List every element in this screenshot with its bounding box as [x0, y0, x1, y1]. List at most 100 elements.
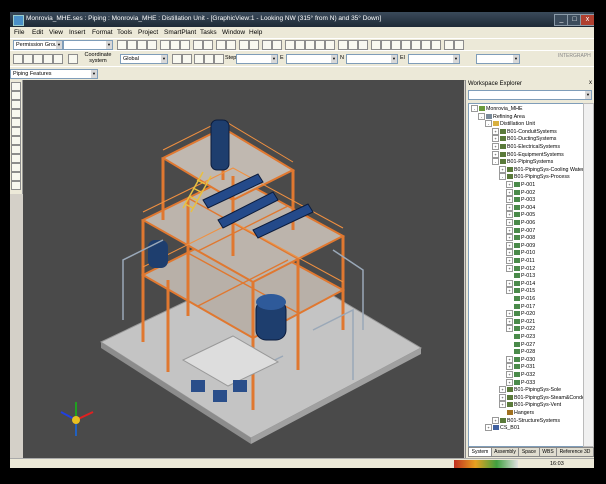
- point-along-icon[interactable]: [43, 54, 53, 64]
- tree-node[interactable]: + P-033: [506, 378, 535, 386]
- expand-toggle-icon[interactable]: +: [492, 416, 499, 424]
- help-icon[interactable]: [454, 40, 464, 50]
- spool-icon[interactable]: [11, 145, 21, 154]
- zoom-area-icon[interactable]: [381, 40, 391, 50]
- expand-toggle-icon[interactable]: +: [506, 181, 513, 188]
- expand-toggle-icon[interactable]: +: [506, 188, 513, 196]
- permission-group-combo[interactable]: Permission Group ▼: [13, 40, 63, 50]
- print-icon[interactable]: [147, 40, 157, 50]
- save-icon[interactable]: [137, 40, 147, 50]
- graphic-view[interactable]: [23, 80, 464, 458]
- pinpoint-icon[interactable]: [13, 54, 23, 64]
- properties-icon[interactable]: [239, 40, 249, 50]
- fly-icon[interactable]: [421, 40, 431, 50]
- tab-reference-3d[interactable]: Reference 3D: [556, 447, 594, 457]
- tab-wbs[interactable]: WBS: [539, 447, 557, 457]
- expand-toggle-icon[interactable]: +: [506, 317, 513, 325]
- tree-node[interactable]: + B01-PipingSys-Vent: [499, 401, 561, 409]
- tree-node[interactable]: + P-030: [506, 355, 535, 363]
- expand-toggle-icon[interactable]: -: [485, 120, 492, 128]
- expand-toggle-icon[interactable]: -: [499, 173, 506, 181]
- tree-node[interactable]: + B01-EquipmentSystems: [492, 150, 564, 158]
- expand-toggle-icon[interactable]: +: [506, 241, 513, 249]
- zoom-in-icon[interactable]: [371, 40, 381, 50]
- tree-node[interactable]: + B01-PipingSys-Sole: [499, 386, 561, 394]
- el-coordinate-field[interactable]: ▼: [408, 54, 460, 64]
- tree-node[interactable]: + P-006: [506, 219, 535, 226]
- delete-icon[interactable]: [226, 40, 236, 50]
- insert-feature-icon[interactable]: [11, 127, 21, 136]
- tree-node[interactable]: + P-001: [506, 181, 535, 188]
- walk-icon[interactable]: [431, 40, 441, 50]
- menu-project[interactable]: Project: [138, 29, 158, 36]
- coordinate-system-combo[interactable]: Global ▼: [120, 54, 168, 64]
- expand-toggle-icon[interactable]: +: [506, 355, 513, 363]
- tree-node[interactable]: + P-014: [506, 279, 535, 287]
- expand-toggle-icon[interactable]: +: [506, 310, 513, 318]
- expand-toggle-icon[interactable]: +: [506, 196, 513, 204]
- insert-component-icon[interactable]: [11, 100, 21, 109]
- expand-toggle-icon[interactable]: +: [499, 401, 506, 409]
- expand-toggle-icon[interactable]: +: [499, 165, 506, 173]
- refresh-icon[interactable]: [249, 40, 259, 50]
- snap-icon[interactable]: [33, 54, 43, 64]
- connect-icon[interactable]: [11, 136, 21, 145]
- measure-icon[interactable]: [444, 40, 454, 50]
- lock-y-icon[interactable]: [204, 54, 214, 64]
- select-icon[interactable]: [216, 40, 226, 50]
- e-coordinate-field[interactable]: ▼: [286, 54, 338, 64]
- expand-toggle-icon[interactable]: -: [492, 158, 499, 166]
- tree-node[interactable]: + P-032: [506, 371, 535, 378]
- support-icon[interactable]: [11, 163, 21, 172]
- route-pipe-icon[interactable]: [11, 91, 21, 100]
- weld-icon[interactable]: [11, 154, 21, 163]
- expand-toggle-icon[interactable]: +: [492, 127, 499, 135]
- menu-smartplant[interactable]: SmartPlant: [164, 29, 196, 36]
- tree-node[interactable]: - B01-PipingSystems: [492, 158, 553, 166]
- n-coordinate-field[interactable]: ▼: [346, 54, 398, 64]
- expand-toggle-icon[interactable]: +: [506, 203, 513, 211]
- tree-node[interactable]: P-028: [506, 348, 535, 355]
- tab-assembly[interactable]: Assembly: [491, 447, 519, 457]
- tree-node[interactable]: + P-020: [506, 310, 535, 318]
- tree-node[interactable]: + B01-PipingSys-Steam&Condens: [499, 393, 583, 401]
- expand-toggle-icon[interactable]: +: [506, 325, 513, 333]
- expand-toggle-icon[interactable]: +: [492, 135, 499, 143]
- expand-toggle-icon[interactable]: +: [492, 150, 499, 158]
- menu-help[interactable]: Help: [249, 29, 262, 36]
- expand-toggle-icon[interactable]: +: [506, 363, 513, 371]
- tree-node[interactable]: + B01-StructureSystems: [492, 416, 560, 424]
- lock-x-icon[interactable]: [194, 54, 204, 64]
- close-button[interactable]: x: [580, 14, 594, 26]
- tree-node[interactable]: - B01-PipingSys-Process: [499, 173, 570, 181]
- app-icon[interactable]: [13, 15, 24, 26]
- explorer-close-icon[interactable]: x: [589, 80, 592, 86]
- lock-z-icon[interactable]: [214, 54, 224, 64]
- tree-node[interactable]: - Refining Area: [478, 112, 525, 120]
- tree-node[interactable]: + P-004: [506, 203, 535, 211]
- expand-toggle-icon[interactable]: -: [471, 105, 478, 112]
- expand-toggle-icon[interactable]: +: [506, 378, 513, 386]
- expand-toggle-icon[interactable]: +: [506, 287, 513, 295]
- paste-icon[interactable]: [180, 40, 190, 50]
- redo-icon[interactable]: [203, 40, 213, 50]
- explorer-filter-combo[interactable]: ▼: [468, 90, 592, 100]
- expand-toggle-icon[interactable]: +: [499, 386, 506, 394]
- view-top-icon[interactable]: [295, 40, 305, 50]
- menu-insert[interactable]: Insert: [69, 29, 85, 36]
- view-side-icon[interactable]: [315, 40, 325, 50]
- menu-tools[interactable]: Tools: [117, 29, 132, 36]
- permission-group-value[interactable]: ▼: [63, 40, 113, 50]
- tree-node[interactable]: + P-022: [506, 325, 535, 333]
- tree-node[interactable]: + P-008: [506, 234, 535, 242]
- expand-toggle-icon[interactable]: +: [506, 371, 513, 378]
- menu-format[interactable]: Format: [92, 29, 113, 36]
- tab-space[interactable]: Space: [518, 447, 540, 457]
- tree-node[interactable]: - Distillation Unit: [485, 120, 535, 128]
- expand-toggle-icon[interactable]: +: [506, 234, 513, 242]
- tree-node[interactable]: - Monrovia_MHE: [471, 105, 523, 112]
- tree-node[interactable]: P-017: [506, 303, 535, 310]
- locate-icon[interactable]: [53, 54, 63, 64]
- tree-node[interactable]: P-027: [506, 341, 535, 348]
- shade-icon[interactable]: [348, 40, 358, 50]
